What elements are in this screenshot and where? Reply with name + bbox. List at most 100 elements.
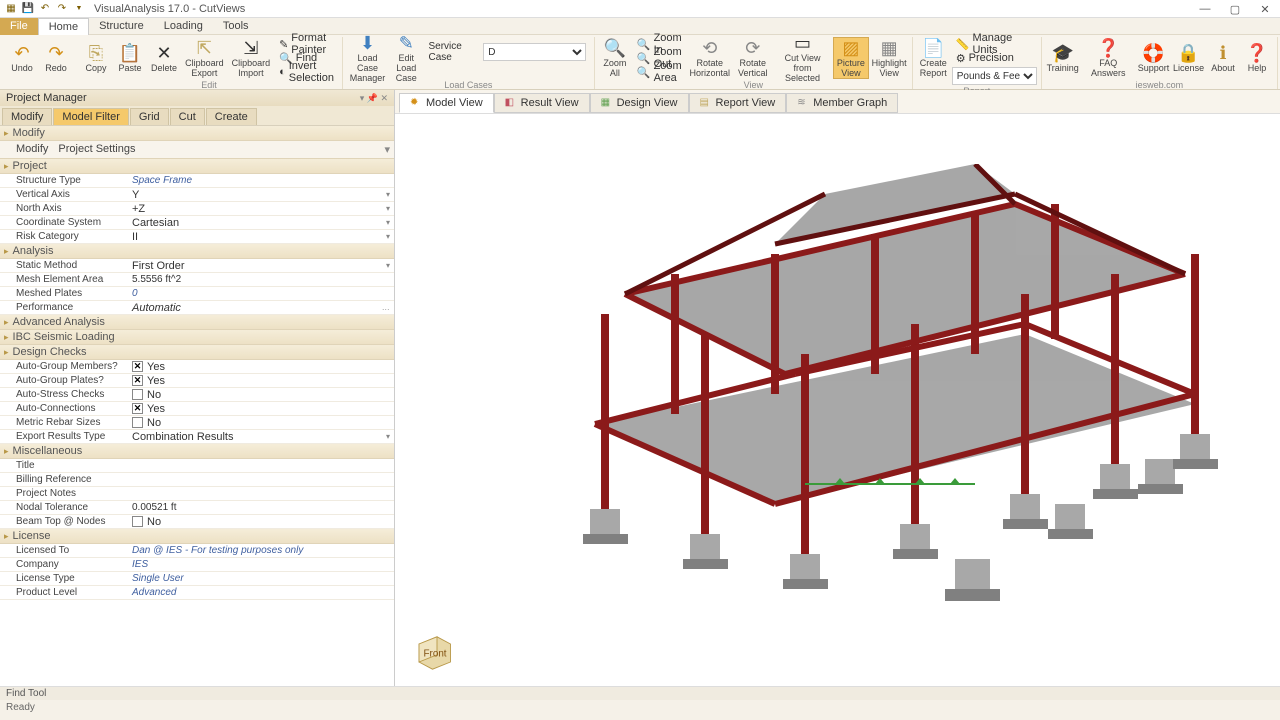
qat-save-icon[interactable]: 💾 — [21, 2, 35, 16]
create-report-button[interactable]: 📄Create Report — [917, 37, 950, 79]
tab-model-view[interactable]: ✹Model View — [399, 93, 494, 113]
meshed-label: Meshed Plates — [0, 288, 128, 299]
format-painter-button[interactable]: ✎Format Painter — [275, 37, 338, 51]
static-value[interactable]: First Order▾ — [128, 260, 394, 272]
coord-value[interactable]: Cartesian▾ — [128, 217, 394, 229]
qat-dropdown-icon[interactable]: ▼ — [72, 2, 86, 16]
edit-load-case-button[interactable]: ✎Edit Load Case — [390, 37, 422, 79]
pm-project-header[interactable]: Project — [0, 159, 394, 174]
pm-modify-dd-icon[interactable]: ▾ — [384, 143, 390, 156]
tab-report-view[interactable]: ▤Report View — [689, 93, 787, 113]
pm-tab-grid[interactable]: Grid — [130, 108, 169, 125]
nodal-value[interactable]: 0.00521 ft — [128, 502, 394, 513]
minimize-button[interactable]: — — [1190, 0, 1220, 18]
pm-tab-cut[interactable]: Cut — [170, 108, 205, 125]
redo-button[interactable]: ↷Redo — [40, 37, 72, 79]
highlight-view-button[interactable]: ▦Highlight View — [871, 37, 908, 79]
mesh-area-value[interactable]: 5.5556 ft^2 — [128, 274, 394, 285]
pm-tab-create[interactable]: Create — [206, 108, 257, 125]
cut-view-button[interactable]: ▭Cut View from Selected — [774, 37, 831, 79]
struct-type-value[interactable]: Space Frame — [128, 175, 394, 186]
precision-button[interactable]: ⚙Precision — [952, 51, 1037, 65]
maximize-button[interactable]: ▢ — [1220, 0, 1250, 18]
cut-view-icon: ▭ — [794, 33, 811, 53]
zoom-in-icon: 🔍 — [637, 38, 651, 51]
pm-modify-link[interactable]: Modify — [16, 143, 48, 156]
faq-button[interactable]: ❓FAQ Answers — [1082, 37, 1135, 79]
pm-misc-header[interactable]: Miscellaneous — [0, 444, 394, 459]
navigation-cube[interactable]: Front — [410, 626, 455, 671]
pm-tab-modify[interactable]: Modify — [2, 108, 52, 125]
beam-value[interactable]: No — [128, 516, 394, 528]
tab-tools[interactable]: Tools — [213, 18, 259, 35]
pm-license-header[interactable]: License — [0, 529, 394, 544]
zoom-all-button[interactable]: 🔍Zoom All — [599, 37, 631, 79]
tab-member-graph[interactable]: ≋Member Graph — [786, 93, 898, 113]
perf-value[interactable]: Automatic… — [128, 302, 394, 314]
naxis-value[interactable]: +Z▾ — [128, 203, 394, 215]
tab-loading[interactable]: Loading — [154, 18, 213, 35]
risk-label: Risk Category — [0, 231, 128, 242]
lictype-value: Single User — [128, 573, 394, 584]
tab-result-view[interactable]: ◧Result View — [494, 93, 590, 113]
rotate-horizontal-button[interactable]: ⟲Rotate Horizontal — [688, 37, 732, 79]
copy-button[interactable]: ⎘Copy — [80, 37, 112, 79]
pm-design-header[interactable]: Design Checks — [0, 345, 394, 360]
result-view-icon: ◧ — [505, 97, 517, 109]
rebar-value[interactable]: No — [128, 417, 394, 429]
tab-structure[interactable]: Structure — [89, 18, 154, 35]
units-select[interactable]: Pounds & Feet — [952, 67, 1037, 85]
qat-undo-icon[interactable]: ↶ — [38, 2, 52, 16]
asc-value[interactable]: No — [128, 389, 394, 401]
qat-redo-icon[interactable]: ↷ — [55, 2, 69, 16]
model-canvas[interactable]: Front — [395, 114, 1280, 686]
faq-icon: ❓ — [1097, 38, 1119, 58]
agplates-value[interactable]: ✕Yes — [128, 375, 394, 387]
tab-design-view[interactable]: ▦Design View — [590, 93, 689, 113]
pm-tab-model-filter[interactable]: Model Filter — [53, 108, 128, 125]
structure-model — [495, 164, 1235, 604]
export-value[interactable]: Combination Results▾ — [128, 431, 394, 443]
lc-mgr-icon: ⬇ — [360, 33, 375, 53]
agmem-value[interactable]: ✕Yes — [128, 361, 394, 373]
bill-label: Billing Reference — [0, 474, 128, 485]
delete-button[interactable]: ✕Delete — [148, 37, 180, 79]
pm-adv-header[interactable]: Advanced Analysis — [0, 315, 394, 330]
invert-selection-button[interactable]: ◐Invert Selection — [275, 65, 338, 79]
close-button[interactable]: ✕ — [1250, 0, 1280, 18]
pm-analysis-header[interactable]: Analysis — [0, 244, 394, 259]
load-case-manager-button[interactable]: ⬇Load Case Manager — [347, 37, 388, 79]
about-icon: ℹ — [1220, 43, 1227, 63]
clipboard-import-button[interactable]: ⇲Clipboard Import — [229, 37, 273, 79]
training-button[interactable]: 🎓Training — [1046, 37, 1080, 79]
support-button[interactable]: 🛟Support — [1137, 37, 1170, 79]
license-button[interactable]: 🔒License — [1172, 37, 1205, 79]
vaxis-value[interactable]: Y▾ — [128, 189, 394, 201]
rotate-vertical-button[interactable]: ⟳Rotate Vertical — [734, 37, 772, 79]
pm-modify-header[interactable]: Modify — [0, 126, 394, 141]
file-menu[interactable]: File — [0, 18, 38, 35]
clipboard-export-button[interactable]: ⇱Clipboard Export — [182, 37, 227, 79]
risk-value[interactable]: II▾ — [128, 231, 394, 243]
undo-icon: ↶ — [14, 43, 29, 63]
about-button[interactable]: ℹAbout — [1207, 37, 1239, 79]
nodal-label: Nodal Tolerance — [0, 502, 128, 513]
pm-settings-link[interactable]: Project Settings — [58, 143, 135, 156]
ac-value[interactable]: ✕Yes — [128, 403, 394, 415]
undo-button[interactable]: ↶Undo — [6, 37, 38, 79]
manage-units-button[interactable]: 📏Manage Units — [952, 37, 1037, 51]
help-button[interactable]: ❓Help — [1241, 37, 1273, 79]
paste-button[interactable]: 📋Paste — [114, 37, 146, 79]
picture-view-button[interactable]: ▨Picture View — [833, 37, 868, 79]
pm-ibc-header[interactable]: IBC Seismic Loading — [0, 330, 394, 345]
member-graph-icon: ≋ — [797, 97, 809, 109]
pm-pin-icon[interactable]: ▾ 📌 ✕ — [360, 93, 388, 104]
find-tool-bar[interactable]: Find Tool — [0, 686, 1280, 700]
tab-home[interactable]: Home — [38, 18, 89, 35]
precision-icon: ⚙ — [956, 52, 966, 65]
zoom-area-button[interactable]: 🔍Zoom Area — [633, 65, 686, 79]
service-case-select[interactable]: D — [483, 43, 586, 61]
units-icon: 📏 — [956, 38, 970, 51]
window-title: VisualAnalysis 17.0 - CutViews — [94, 3, 245, 15]
edit-lc-icon: ✎ — [399, 33, 414, 53]
